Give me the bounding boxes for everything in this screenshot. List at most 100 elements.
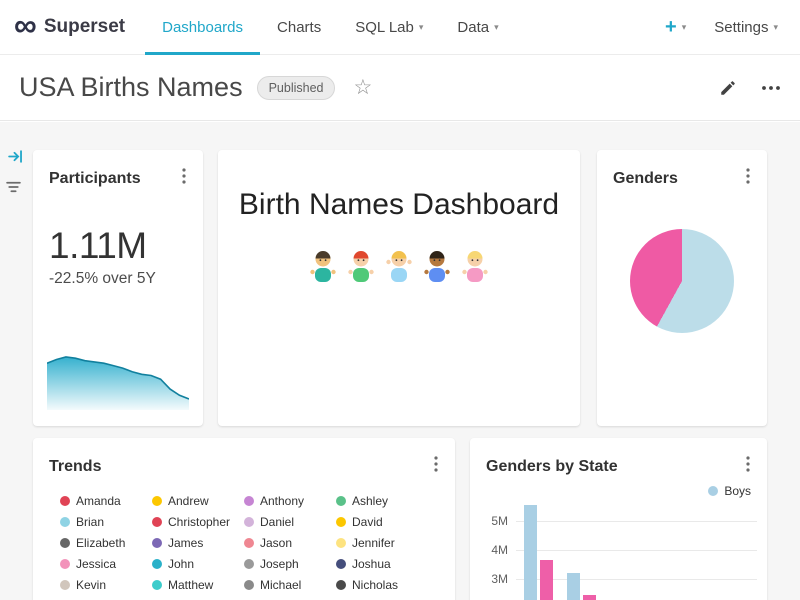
legend-item-jennifer[interactable]: Jennifer xyxy=(336,536,428,550)
dashboard-header: USA Births Names Published ☆ xyxy=(0,55,800,121)
nav-item-label: Data xyxy=(457,19,489,36)
legend-item-andrew[interactable]: Andrew xyxy=(152,494,244,508)
legend-dot xyxy=(60,496,70,506)
new-menu-button[interactable]: + ▾ xyxy=(665,17,686,37)
chart-card-genders: Genders xyxy=(597,150,767,426)
kebab-menu-icon[interactable] xyxy=(430,454,442,479)
legend-label: John xyxy=(168,557,194,571)
legend-label: Joshua xyxy=(352,557,391,571)
plus-icon: + xyxy=(665,17,677,37)
bar-chart-plot-area xyxy=(516,502,757,600)
legend-dot xyxy=(336,559,346,569)
markdown-title: Birth Names Dashboard xyxy=(218,188,580,222)
nav-item-sql-lab[interactable]: SQL Lab▾ xyxy=(338,0,440,55)
legend-dot xyxy=(152,538,162,548)
legend-item-daniel[interactable]: Daniel xyxy=(244,515,336,529)
navbar: ∞ Superset DashboardsChartsSQL Lab▾Data▾… xyxy=(0,0,800,55)
legend-item-anthony[interactable]: Anthony xyxy=(244,494,336,508)
chevron-down-icon: ▾ xyxy=(419,22,424,33)
legend-item-nicholas[interactable]: Nicholas xyxy=(336,578,428,592)
superset-logo-icon: ∞ xyxy=(14,9,37,41)
legend-label: Anthony xyxy=(260,494,304,508)
legend-label: Joseph xyxy=(260,557,299,571)
legend-label: Christopher xyxy=(168,515,230,529)
nav-item-label: Charts xyxy=(277,19,321,36)
kebab-menu-icon[interactable] xyxy=(178,166,190,191)
legend-label: Nicholas xyxy=(352,578,398,592)
kid-figure xyxy=(421,248,453,289)
kebab-menu-icon[interactable] xyxy=(742,166,754,191)
edit-icon[interactable] xyxy=(719,79,737,97)
legend-item-joshua[interactable]: Joshua xyxy=(336,557,428,571)
legend-item-christopher[interactable]: Christopher xyxy=(152,515,244,529)
big-number-value: 1.11M xyxy=(49,225,203,267)
chart-title: Trends xyxy=(49,458,101,476)
expand-filter-bar-button[interactable] xyxy=(7,148,24,168)
legend-dot xyxy=(244,538,254,548)
legend-item-michael[interactable]: Michael xyxy=(244,578,336,592)
legend-dot xyxy=(336,496,346,506)
legend-dot xyxy=(336,517,346,527)
legend-dot xyxy=(244,517,254,527)
nav-item-charts[interactable]: Charts xyxy=(260,0,338,55)
superset-logo[interactable]: ∞ Superset xyxy=(14,11,125,43)
chart-title: Genders by State xyxy=(486,458,618,476)
ellipsis-icon[interactable] xyxy=(761,85,781,91)
page-title: USA Births Names xyxy=(19,72,243,103)
legend-item-brian[interactable]: Brian xyxy=(60,515,152,529)
chevron-down-icon: ▾ xyxy=(682,22,687,33)
bar-boys xyxy=(524,505,537,600)
legend-label: Jessica xyxy=(76,557,116,571)
genders-by-state-bar-chart: 5M4M3M xyxy=(482,502,757,600)
kebab-menu-icon[interactable] xyxy=(742,454,754,479)
legend-label: Kevin xyxy=(76,578,106,592)
bar-girls xyxy=(540,560,553,600)
legend-item-david[interactable]: David xyxy=(336,515,428,529)
arrow-to-right-icon xyxy=(7,148,24,165)
legend-item-ashley[interactable]: Ashley xyxy=(336,494,428,508)
legend-item-kevin[interactable]: Kevin xyxy=(60,578,152,592)
chart-title: Genders xyxy=(613,170,678,188)
legend-item-jason[interactable]: Jason xyxy=(244,536,336,550)
legend-label: Brian xyxy=(76,515,104,529)
star-icon[interactable]: ☆ xyxy=(353,75,372,100)
published-badge[interactable]: Published xyxy=(257,76,336,100)
filter-lines-icon xyxy=(5,178,22,195)
legend-dot xyxy=(336,580,346,590)
legend-label: Michael xyxy=(260,578,301,592)
legend-dot xyxy=(244,496,254,506)
legend-item-elizabeth[interactable]: Elizabeth xyxy=(60,536,152,550)
legend-dot xyxy=(244,580,254,590)
participants-sparkline-chart xyxy=(47,354,189,410)
dashboard-grid: Participants 1.11M -22.5% over 5Y Birth … xyxy=(0,122,800,600)
nav-item-dashboards[interactable]: Dashboards xyxy=(145,0,260,55)
header-actions xyxy=(719,79,781,97)
legend-label: Jason xyxy=(260,536,292,550)
kid-figure xyxy=(307,248,339,289)
settings-menu[interactable]: Settings ▾ xyxy=(714,19,778,36)
legend-dot xyxy=(152,496,162,506)
brand-name: Superset xyxy=(44,16,125,38)
legend-dot xyxy=(152,559,162,569)
legend-item-matthew[interactable]: Matthew xyxy=(152,578,244,592)
legend-dot xyxy=(152,580,162,590)
legend-item-jessica[interactable]: Jessica xyxy=(60,557,152,571)
y-axis-tick-label: 4M xyxy=(482,543,508,557)
settings-label: Settings xyxy=(714,19,768,36)
kid-figure xyxy=(459,248,491,289)
kids-illustration xyxy=(218,248,580,289)
nav-item-data[interactable]: Data▾ xyxy=(440,0,515,55)
legend-label: Jennifer xyxy=(352,536,395,550)
filter-list-icon[interactable] xyxy=(5,178,22,198)
chart-card-participants: Participants 1.11M -22.5% over 5Y xyxy=(33,150,203,426)
legend-label: Boys xyxy=(724,484,751,498)
legend-item-boys[interactable]: Boys xyxy=(708,484,751,498)
legend-item-john[interactable]: John xyxy=(152,557,244,571)
legend-item-amanda[interactable]: Amanda xyxy=(60,494,152,508)
navbar-right: + ▾ Settings ▾ xyxy=(665,17,786,37)
big-number-subheader: -22.5% over 5Y xyxy=(49,270,203,288)
legend-item-james[interactable]: James xyxy=(152,536,244,550)
legend-dot xyxy=(60,559,70,569)
legend-label: Andrew xyxy=(168,494,209,508)
legend-item-joseph[interactable]: Joseph xyxy=(244,557,336,571)
